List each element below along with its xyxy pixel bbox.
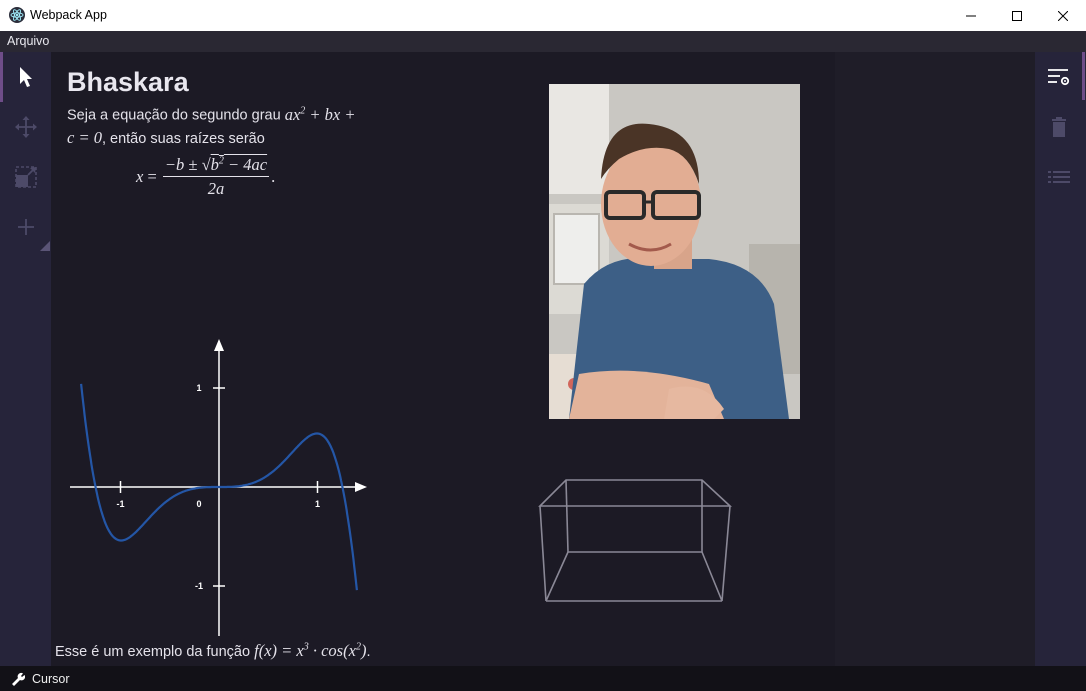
- close-button[interactable]: [1040, 0, 1086, 31]
- y-axis-arrow: [214, 339, 224, 351]
- paragraph-text-2: , então suas raízes serão: [101, 130, 265, 147]
- maximize-button[interactable]: [994, 0, 1040, 31]
- canvas-margin: [835, 52, 1035, 666]
- list-icon: [1048, 171, 1070, 183]
- trash-icon: [1052, 117, 1066, 137]
- add-icon: [17, 219, 34, 235]
- y-tick-label: -1: [195, 581, 203, 591]
- title-bar: Webpack App: [0, 0, 1086, 31]
- pointer-icon: [19, 67, 32, 87]
- slide-heading: Bhaskara: [67, 67, 189, 97]
- resize-icon: [14, 166, 37, 188]
- move-tool-button[interactable]: [0, 102, 51, 152]
- slide-settings-button[interactable]: [1035, 52, 1083, 102]
- wrench-icon: [12, 672, 25, 686]
- close-icon: [1058, 10, 1068, 21]
- minimize-icon: [966, 15, 976, 16]
- maximize-icon: [1012, 10, 1022, 21]
- electron-app-icon: [9, 7, 25, 23]
- move-icon: [14, 116, 37, 138]
- caption-text: Esse é um exemplo da função: [55, 644, 251, 660]
- status-mode: Cursor: [32, 672, 70, 686]
- portrait-image: [549, 84, 800, 419]
- left-toolbar: [0, 52, 51, 666]
- math-function: f(x) = x3 · cos(x2): [254, 641, 367, 660]
- add-submenu-indicator[interactable]: [40, 241, 50, 251]
- plot-caption: Esse é um exemplo da função f(x) = x3 · …: [55, 641, 371, 660]
- minimize-button[interactable]: [948, 0, 994, 31]
- active-tool-indicator: [0, 52, 3, 102]
- paragraph-text-1: Seja a equação do segundo grau: [67, 107, 281, 124]
- settings-list-icon: [1048, 69, 1070, 86]
- active-panel-indicator: [1082, 52, 1085, 100]
- slide-paragraph: Seja a equação do segundo grau ax2 + bx …: [67, 100, 367, 150]
- right-toolbar: [1035, 52, 1086, 666]
- x-tick-label: -1: [116, 499, 124, 509]
- y-tick-label: 1: [196, 383, 201, 393]
- formula-fraction: −b ± √b2 − 4ac 2a: [162, 155, 270, 198]
- resize-tool-button[interactable]: [0, 152, 51, 202]
- layers-button[interactable]: [1035, 152, 1083, 202]
- pointer-tool-button[interactable]: [0, 52, 51, 102]
- bhaskara-formula: x = −b ± √b2 − 4ac 2a .: [136, 155, 276, 198]
- portrait-photo[interactable]: [549, 84, 800, 419]
- wireframe-cube: [538, 479, 733, 602]
- function-plot: -1 0 1 1 -1: [70, 339, 367, 636]
- status-bar: Cursor: [0, 666, 1086, 691]
- x-axis-arrow: [355, 482, 367, 492]
- x-tick-label: 1: [315, 499, 320, 509]
- window-title: Webpack App: [30, 8, 107, 22]
- menu-bar: Arquivo: [0, 31, 1086, 52]
- delete-button[interactable]: [1035, 102, 1083, 152]
- x-tick-label: 0: [196, 499, 201, 509]
- menu-arquivo[interactable]: Arquivo: [7, 34, 49, 48]
